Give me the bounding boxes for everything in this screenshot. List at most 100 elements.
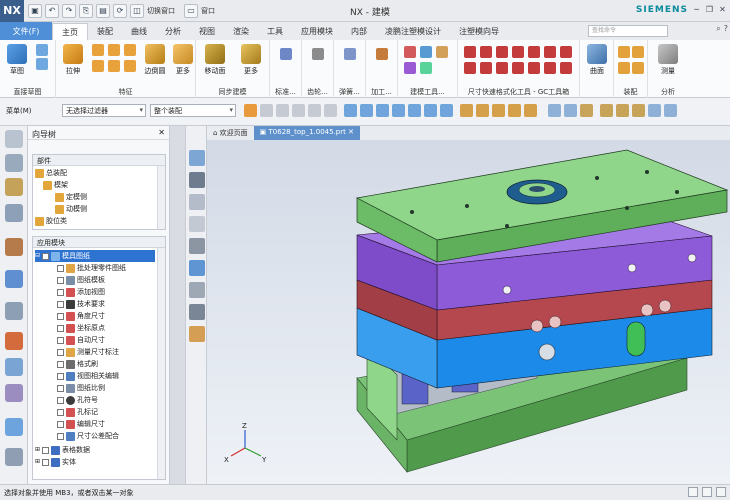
tree-item-mold-drawing[interactable]: ⊟ 模具图纸 (35, 250, 155, 262)
status-icon[interactable] (702, 487, 712, 497)
feature-more-button[interactable]: 更多 (168, 44, 198, 76)
checkbox[interactable] (42, 252, 50, 260)
tree-item-mold-base[interactable]: 模架 (43, 179, 68, 191)
tab-render[interactable]: 渲染 (224, 23, 258, 40)
select-tool-icon[interactable] (260, 104, 273, 117)
switch-window-icon[interactable]: ◫ (130, 3, 144, 18)
gc-tool-icon[interactable] (528, 46, 540, 58)
tree-item-drawing-template[interactable]: 图纸模板 (57, 274, 105, 286)
arc-icon[interactable] (36, 58, 48, 70)
modeling-tool-icon[interactable] (404, 46, 416, 58)
view-tool-icon[interactable] (632, 104, 645, 117)
select-tool-icon[interactable] (292, 104, 305, 117)
machining-icon[interactable] (376, 48, 388, 60)
status-icon[interactable] (716, 487, 726, 497)
modeling-tool-icon[interactable] (436, 46, 448, 58)
gc-tool-icon[interactable] (480, 62, 492, 74)
tree-item-drawing-scale[interactable]: 图纸比例 (57, 382, 105, 394)
expand-icon[interactable]: ⊞ (35, 444, 40, 456)
view-tool-icon[interactable] (548, 104, 561, 117)
tree-item-coordinate-origin[interactable]: 坐标原点 (57, 322, 105, 334)
spring-icon[interactable] (344, 48, 356, 60)
tab-view[interactable]: 视图 (190, 23, 224, 40)
point-icon[interactable] (189, 216, 205, 232)
redo-icon[interactable]: ↷ (62, 3, 76, 18)
snap-point-icon[interactable] (360, 104, 373, 117)
sync-more-button[interactable]: 更多 (236, 44, 266, 76)
mold-model[interactable]: Z X Y (207, 140, 730, 484)
window-icon[interactable]: ▭ (184, 3, 198, 18)
gc-tool-icon[interactable] (464, 46, 476, 58)
curve-rule-icon[interactable] (476, 104, 489, 117)
box-icon[interactable] (189, 238, 205, 254)
close-icon[interactable]: ✕ (158, 128, 165, 137)
tab-curve[interactable]: 曲线 (122, 23, 156, 40)
snap-point-icon[interactable] (344, 104, 357, 117)
assembly-icon[interactable] (618, 46, 630, 58)
color-icon[interactable] (189, 326, 205, 342)
select-tool-icon[interactable] (324, 104, 337, 117)
selection-scope-dropdown[interactable]: 整个装配 (150, 104, 236, 117)
curve-rule-icon[interactable] (492, 104, 505, 117)
gc-tool-icon[interactable] (560, 62, 572, 74)
snap-point-icon[interactable] (392, 104, 405, 117)
part-navigator-icon[interactable] (5, 204, 23, 222)
checkbox[interactable] (57, 360, 64, 368)
expand-icon[interactable]: ⊞ (35, 457, 40, 467)
standard-part-icon[interactable] (280, 48, 292, 60)
tree-item-format-painter[interactable]: 格式刷 (57, 358, 98, 370)
close-icon[interactable]: ✕ (348, 128, 354, 136)
checkbox[interactable] (57, 276, 64, 284)
gc-tool-icon[interactable] (512, 62, 524, 74)
view-tool-icon[interactable] (616, 104, 629, 117)
tree-item-angle-dimension[interactable]: 角度尺寸 (57, 310, 105, 322)
tree-item-tolerance-fit[interactable]: 尺寸公差配合 (57, 430, 119, 442)
file-tab[interactable]: 文件(F) (0, 22, 52, 40)
tab-applications[interactable]: 应用模块 (292, 23, 342, 40)
gc-tool-icon[interactable] (496, 46, 508, 58)
tab-active-part[interactable]: ▣ T0628_top_1.0045.prt ✕ (253, 126, 360, 140)
collapse-icon[interactable]: ⊟ (35, 250, 40, 262)
view-tool-icon[interactable] (600, 104, 613, 117)
snap-point-icon[interactable] (424, 104, 437, 117)
tab-home[interactable]: 主页 (52, 23, 88, 40)
tree-item-cavity-parts[interactable]: 胶位类 (35, 215, 67, 227)
gc-tool-icon[interactable] (528, 62, 540, 74)
select-tool-icon[interactable] (308, 104, 321, 117)
snap-point-icon[interactable] (440, 104, 453, 117)
assembly-icon[interactable] (618, 62, 630, 74)
switch-window-label[interactable]: 切换窗口 (147, 6, 175, 16)
subtract-icon[interactable] (108, 60, 120, 72)
select-tool-icon[interactable] (276, 104, 289, 117)
status-icon[interactable] (688, 487, 698, 497)
undo-icon[interactable]: ↶ (45, 3, 59, 18)
tree-item-solid[interactable]: ⊞ 实体 (35, 457, 76, 467)
tab-welcome-page[interactable]: ⌂ 欢迎页面 (207, 126, 254, 140)
gc-tool-icon[interactable] (496, 62, 508, 74)
tree-item-view-dependent-edit[interactable]: 视图相关编辑 (57, 370, 119, 382)
checkbox[interactable] (57, 396, 64, 404)
repeat-command-icon[interactable]: ⟳ (113, 3, 127, 18)
roles-icon[interactable] (5, 448, 23, 466)
hole-icon[interactable] (92, 44, 104, 56)
tree-item-top-assembly[interactable]: 总装配 (35, 167, 67, 179)
view-tool-icon[interactable] (648, 104, 661, 117)
intersect-icon[interactable] (124, 60, 136, 72)
extrude-button[interactable]: 拉伸 (58, 44, 88, 76)
tree-item-table-data[interactable]: ⊞ 表格数据 (35, 444, 90, 456)
checkbox[interactable] (57, 432, 64, 440)
checkbox[interactable] (57, 348, 64, 356)
surface-button[interactable]: 曲面 (582, 44, 612, 76)
checkbox[interactable] (57, 288, 64, 296)
checkbox[interactable] (57, 372, 64, 380)
history-icon[interactable] (5, 302, 23, 320)
wireframe-icon[interactable] (189, 194, 205, 210)
gc-tool-icon[interactable] (480, 46, 492, 58)
gc-tool-icon[interactable] (512, 46, 524, 58)
pocket-icon[interactable] (124, 44, 136, 56)
snap-point-icon[interactable] (408, 104, 421, 117)
tree-item-measure-dimension[interactable]: 测量尺寸标注 (57, 346, 119, 358)
tree-item-edit-dimension[interactable]: 编辑尺寸 (57, 418, 105, 430)
view-tool-icon[interactable] (580, 104, 593, 117)
boss-icon[interactable] (108, 44, 120, 56)
